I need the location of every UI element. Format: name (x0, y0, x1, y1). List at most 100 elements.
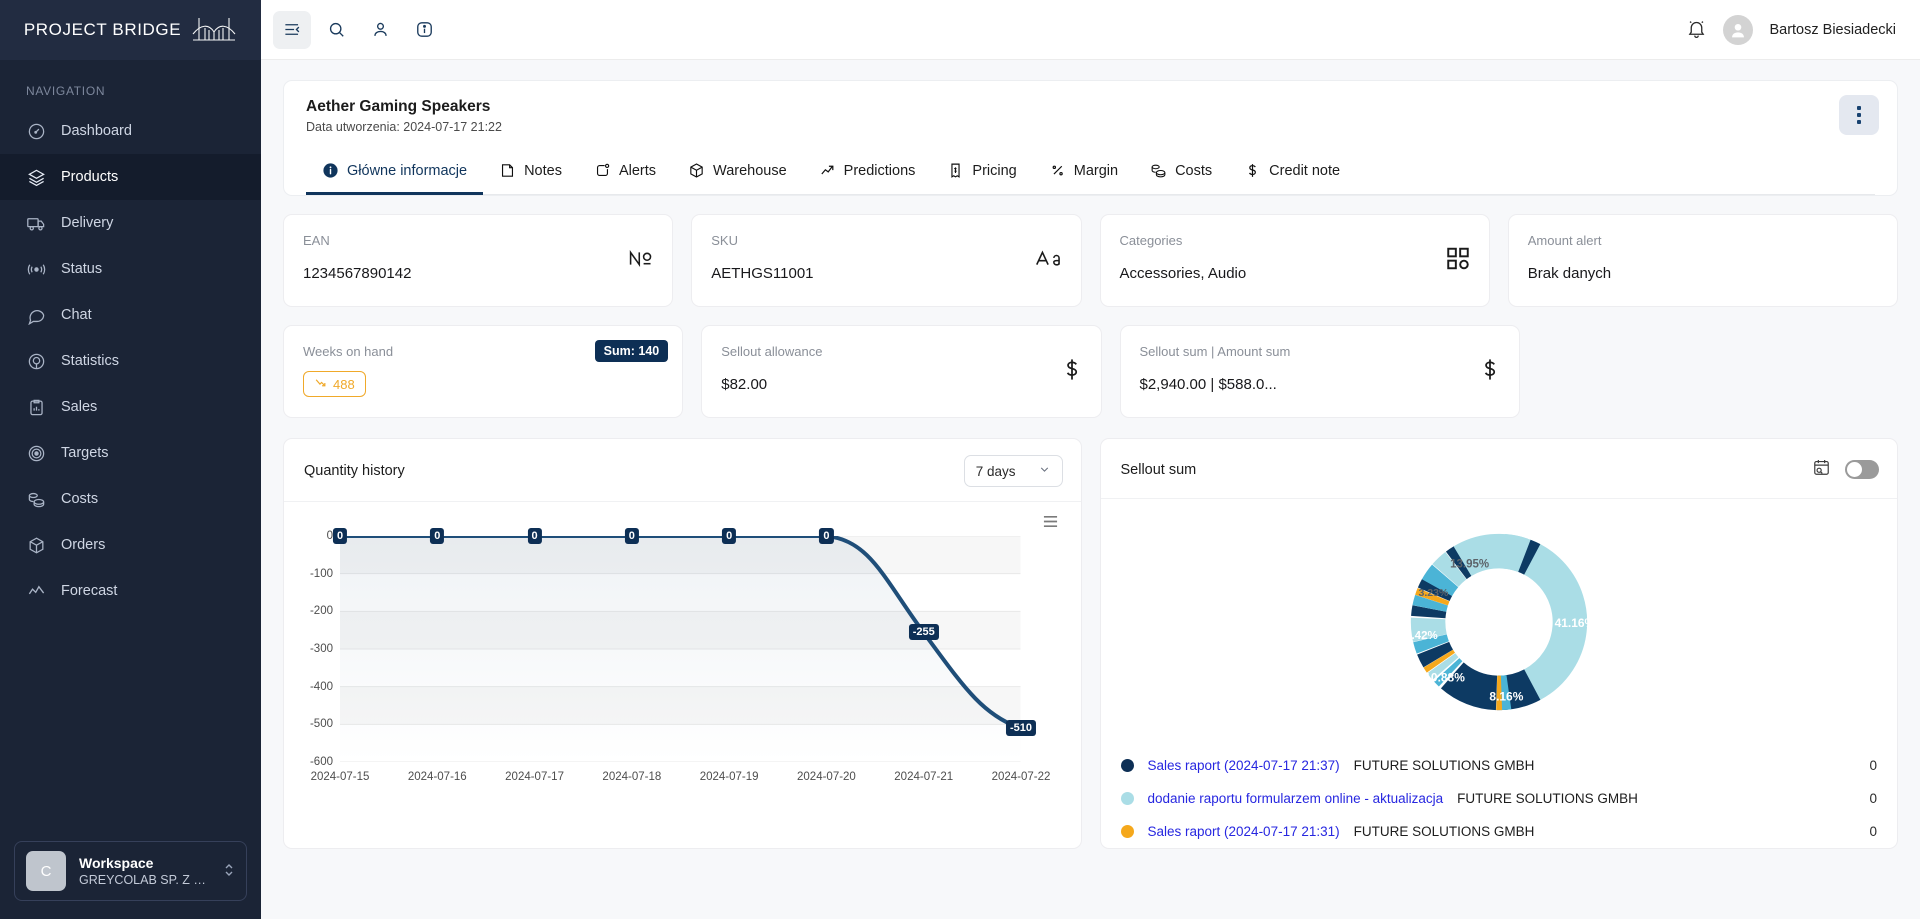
sidebar-item-products[interactable]: Products (0, 154, 261, 200)
line-chart-svg (340, 536, 1021, 763)
x-axis-tick: 2024-07-16 (407, 771, 467, 784)
tab-alerts[interactable]: Alerts (578, 151, 672, 195)
workspace-switcher[interactable]: C Workspace GREYCOLAB SP. Z O.... (14, 841, 247, 901)
card-label: Amount alert (1527, 233, 1602, 249)
receipt-icon (947, 162, 964, 179)
sidebar-item-targets[interactable]: Targets (0, 430, 261, 476)
legend-value: 0 (1869, 758, 1877, 774)
sidebar-item-delivery[interactable]: Delivery (0, 200, 261, 246)
range-select[interactable]: 7 days (963, 455, 1063, 488)
legend-name[interactable]: dodanie raportu formularzem online - akt… (1148, 791, 1444, 806)
sidebar-item-label: Dashboard (61, 122, 132, 139)
list-item[interactable]: Sales raport (2024-07-17 21:31) FUTURE S… (1120, 815, 1877, 848)
data-point-label: 0 (527, 528, 542, 545)
sidebar-item-status[interactable]: Status (0, 246, 261, 292)
sidebar-item-label: Statistics (61, 352, 120, 369)
panel-title: Sellout sum (1120, 461, 1197, 478)
list-item[interactable]: dodanie raportu formularzem online - akt… (1120, 782, 1877, 815)
quantity-history-header: Quantity history 7 days (284, 439, 1081, 503)
legend-company: FUTURE SOLUTIONS GMBH (1353, 758, 1535, 774)
trend-badge: 488 (303, 371, 366, 398)
tab-pricing[interactable]: Pricing (931, 151, 1032, 195)
nav-section-label: NAVIGATION (26, 84, 106, 98)
card-value: $82.00 (721, 376, 768, 394)
sidebar-item-costs[interactable]: Costs (0, 476, 261, 522)
legend-color-dot (1120, 825, 1134, 839)
bullseye-icon (26, 443, 46, 463)
donut-slice-label: 4.42% (1405, 630, 1438, 642)
info-cards-row-1: EAN 1234567890142 SKU AETHGS11001 Catego… (283, 214, 1898, 308)
card-amount-alert: Amount alert Brak danych (1507, 214, 1898, 308)
tab-credit-note[interactable]: Credit note (1228, 151, 1356, 195)
product-tabs: Główne informacje Notes Alerts Warehouse (306, 150, 1875, 196)
tab-glowne-informacje[interactable]: Główne informacje (306, 151, 484, 196)
dollar-icon (1061, 356, 1083, 387)
quantity-history-controls: 7 days (963, 455, 1063, 488)
card-value: AETHGS11001 (711, 265, 814, 283)
x-axis-tick: 2024-07-19 (699, 771, 759, 784)
box-icon (26, 535, 46, 555)
tab-costs[interactable]: Costs (1134, 151, 1228, 195)
sidebar-item-statistics[interactable]: Statistics (0, 338, 261, 384)
dollar-icon (1244, 162, 1261, 179)
grid-icon (1445, 245, 1471, 276)
bell-icon[interactable] (1686, 19, 1707, 40)
sidebar-item-label: Status (61, 260, 103, 277)
target-circle-icon (26, 351, 46, 371)
card-categories: Categories Accessories, Audio (1099, 214, 1490, 308)
x-axis-tick: 2024-07-20 (797, 771, 856, 784)
workspace-subtitle: GREYCOLAB SP. Z O.... (79, 872, 210, 887)
tab-notes[interactable]: Notes (483, 151, 578, 195)
legend-name[interactable]: Sales raport (2024-07-17 21:37) (1148, 758, 1340, 773)
legend-name[interactable]: Sales raport (2024-07-17 21:31) (1148, 824, 1340, 839)
broadcast-icon (26, 259, 46, 279)
dollar-icon (1479, 356, 1501, 387)
data-point-label: 0 (624, 528, 639, 545)
range-select-value: 7 days (975, 463, 1016, 479)
donut-chart: 41.16% 13.95% 3.23% 4.42% 10.88% 8.16% (1101, 499, 1898, 745)
card-sellout-allowance: Sellout allowance $82.00 (701, 325, 1102, 419)
more-vertical-icon[interactable] (1839, 95, 1879, 135)
sellout-toggle[interactable] (1845, 460, 1879, 480)
sidebar-item-sales[interactable]: Sales (0, 384, 261, 430)
sidebar-item-orders[interactable]: Orders (0, 522, 261, 568)
list-item[interactable]: Sales raport (2024-07-17 21:37) FUTURE S… (1120, 749, 1877, 782)
tab-label: Pricing (972, 162, 1017, 179)
brand-name: PROJECT BRIDGE (23, 20, 182, 39)
sidebar-item-dashboard[interactable]: Dashboard (0, 108, 261, 154)
coins-icon (1150, 162, 1167, 179)
card-label: Sellout sum | Amount sum (1139, 344, 1291, 360)
card-sku: SKU AETHGS11001 (691, 214, 1082, 308)
sum-badge: Sum: 140 (594, 340, 669, 363)
sellout-sum-controls (1812, 458, 1879, 482)
card-value: Accessories, Audio (1119, 265, 1247, 283)
topbar-right: Bartosz Biesiadecki (1686, 14, 1896, 45)
chevron-updown-icon[interactable] (223, 861, 235, 881)
chevron-down-icon (1038, 463, 1051, 479)
tab-warehouse[interactable]: Warehouse (672, 151, 803, 195)
donut-slice-label: 13.95% (1450, 559, 1489, 571)
trend-line-icon (26, 581, 46, 601)
sidebar-item-chat[interactable]: Chat (0, 292, 261, 338)
tab-label: Notes (524, 162, 562, 179)
brand-header[interactable]: PROJECT BRIDGE (0, 0, 261, 60)
tab-predictions[interactable]: Predictions (803, 151, 932, 195)
info-circle-icon[interactable] (405, 11, 443, 49)
coins-icon (26, 489, 46, 509)
sellout-sum-panel: Sellout sum 41.16% 13.95% 3.23% 4.42% 10… (1099, 438, 1898, 850)
quantity-history-panel: Quantity history 7 days 0 -100 -200 -300… (283, 438, 1082, 850)
search-icon[interactable] (317, 11, 355, 49)
sellout-sum-header: Sellout sum (1100, 439, 1897, 500)
tab-margin[interactable]: Margin (1033, 151, 1134, 195)
card-label: Sellout allowance (721, 344, 823, 360)
person-icon[interactable] (361, 11, 399, 49)
donut-chart-svg: 41.16% 13.95% 3.23% 4.42% 10.88% 8.16% (1405, 533, 1595, 711)
avatar[interactable] (1723, 14, 1754, 45)
box-icon (688, 162, 705, 179)
page-title: Aether Gaming Speakers (306, 98, 491, 115)
app-root: PROJECT BRIDGE NAVIGATION Dashboard Prod… (0, 0, 1920, 919)
sidebar-item-forecast[interactable]: Forecast (0, 568, 261, 614)
calendar-search-icon[interactable] (1812, 458, 1831, 482)
sidebar-item-label: Delivery (61, 214, 114, 231)
collapse-menu-icon[interactable] (273, 10, 311, 49)
